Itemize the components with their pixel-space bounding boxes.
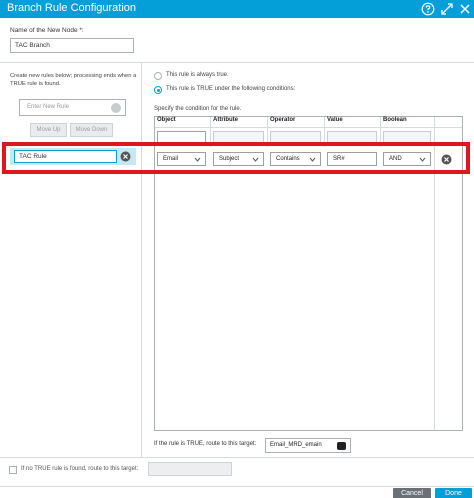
node-name-label: Name of the New Node *: <box>10 27 84 34</box>
target-input[interactable]: Email_MRD_emain <box>265 438 351 453</box>
section-divider <box>0 457 474 458</box>
header-operator: Operator <box>270 117 296 123</box>
footer-divider <box>0 486 474 487</box>
section-divider <box>0 62 474 63</box>
node-name-input[interactable]: TAC Branch <box>10 38 134 53</box>
rules-description: Create new rules below; processing ends … <box>10 73 137 87</box>
header-object: Object <box>157 117 176 123</box>
add-rule-icon[interactable] <box>111 103 121 113</box>
always-true-label: This rule is always true. <box>166 72 229 78</box>
close-icon[interactable] <box>458 2 472 16</box>
panel-divider <box>141 63 142 457</box>
conditional-radio[interactable] <box>154 86 162 94</box>
move-down-button[interactable]: Move Down <box>70 123 113 137</box>
header-attribute: Attribute <box>213 117 238 123</box>
target-value: Email_MRD_emain <box>270 442 322 448</box>
highlight-box <box>2 142 470 174</box>
window-title: Branch Rule Configuration <box>7 2 137 14</box>
new-rule-input[interactable]: Enter New Rule <box>19 99 126 116</box>
condition-spec-label: Specify the condition for the rule. <box>154 106 242 112</box>
target-label: If the rule is TRUE, route to this targe… <box>154 441 257 447</box>
title-bar: Branch Rule Configuration <box>0 0 474 18</box>
move-up-button[interactable]: Move Up <box>30 123 67 137</box>
fallback-target-select[interactable] <box>148 462 232 476</box>
header-value: Value <box>327 117 343 123</box>
cancel-button[interactable]: Cancel <box>393 488 431 498</box>
expand-icon[interactable] <box>440 2 454 16</box>
help-icon[interactable] <box>421 2 435 16</box>
always-true-radio[interactable] <box>154 72 162 80</box>
more-icon[interactable] <box>337 442 346 450</box>
new-rule-placeholder: Enter New Rule <box>27 104 70 110</box>
header-divider <box>155 127 462 128</box>
header-boolean: Boolean <box>383 117 407 123</box>
fallback-checkbox[interactable] <box>9 466 17 474</box>
conditional-label: This rule is TRUE under the following co… <box>166 86 296 92</box>
fallback-label: If no TRUE rule is found, route to this … <box>21 466 139 472</box>
done-button[interactable]: Done <box>435 488 472 498</box>
